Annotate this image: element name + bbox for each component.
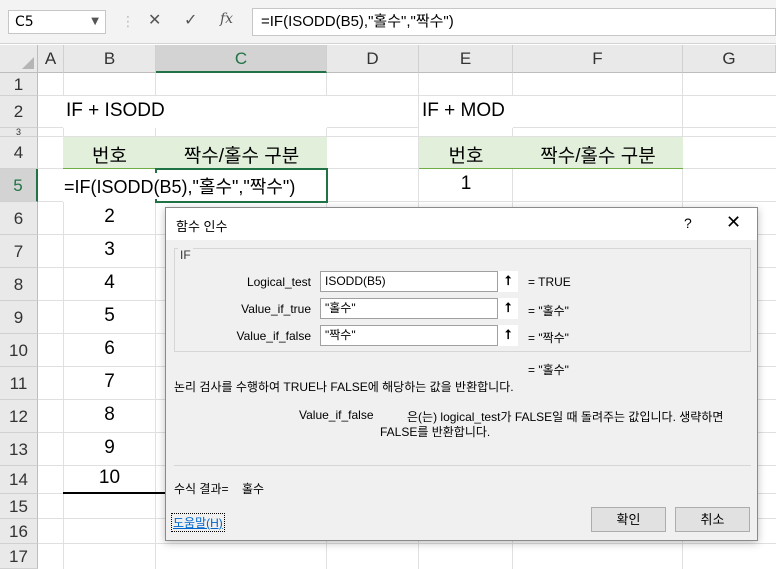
arg-result-value-if-false: = "짝수"	[528, 331, 569, 345]
row-header-14[interactable]: 14	[0, 466, 38, 494]
row-header-4[interactable]: 4	[0, 137, 38, 169]
row-header-6[interactable]: 6	[0, 202, 38, 235]
row-header-17[interactable]: 17	[0, 544, 38, 569]
cancel-icon[interactable]: ✕	[148, 10, 161, 29]
cell-c4[interactable]: 짝수/홀수 구분	[156, 141, 327, 168]
collapse-dialog-icon[interactable]: ⭡	[497, 271, 518, 292]
dialog-title: 함수 인수	[176, 219, 228, 234]
collapse-dialog-icon[interactable]: ⭡	[497, 298, 518, 319]
row-header-9[interactable]: 9	[0, 301, 38, 334]
current-arg-name: Value_if_false	[299, 408, 374, 422]
row-header-12[interactable]: 12	[0, 400, 38, 433]
collapse-dialog-icon[interactable]: ⭡	[497, 325, 518, 346]
ok-button[interactable]: 확인	[591, 507, 666, 532]
function-arguments-dialog: 함수 인수 ? ✕ IF Logical_test ISODD(B5) ⭡ = …	[165, 207, 758, 541]
row-header-11[interactable]: 11	[0, 367, 38, 400]
arg-input-value-if-true[interactable]: "홀수"	[320, 298, 518, 319]
cell-b9[interactable]: 5	[63, 305, 156, 327]
column-header-e[interactable]: E	[419, 45, 513, 73]
row-header-2[interactable]: 2	[0, 96, 38, 128]
arg-label-value-if-true: Value_if_true	[241, 302, 311, 316]
cell-b13[interactable]: 9	[63, 437, 156, 459]
select-all-triangle-icon	[22, 57, 34, 69]
column-header-a[interactable]: A	[38, 45, 64, 73]
insert-function-icon[interactable]: fx	[220, 11, 233, 27]
cell-b4[interactable]: 번호	[63, 141, 156, 168]
dialog-titlebar[interactable]	[166, 208, 757, 240]
column-header-c[interactable]: C	[156, 45, 327, 73]
cancel-button[interactable]: 취소	[675, 507, 750, 532]
help-icon[interactable]: ?	[684, 215, 692, 231]
current-arg-description-line2: FALSE를 반환합니다.	[380, 425, 491, 439]
formula-result-label: 수식 결과=	[174, 482, 229, 496]
arg-result-logical-test: = TRUE	[528, 275, 571, 289]
formula-bar-separator: ⋮	[121, 14, 135, 30]
cell-b10[interactable]: 6	[63, 338, 156, 360]
row-header-7[interactable]: 7	[0, 235, 38, 268]
column-header-d[interactable]: D	[327, 45, 419, 73]
cell-b8[interactable]: 4	[63, 272, 156, 294]
arg-label-value-if-false: Value_if_false	[236, 329, 312, 343]
formula-bar: C5 ▼ ⋮ ✕ ✓ fx =IF(ISODD(B5),"홀수","짝수")	[0, 0, 776, 44]
table-bottom-border	[63, 492, 167, 494]
formula-result-value: 홀수	[242, 482, 265, 496]
function-name-label: IF	[178, 248, 193, 262]
cell-b2[interactable]: IF + ISODD	[66, 100, 165, 122]
overall-result: = "홀수"	[528, 363, 569, 377]
cell-e4[interactable]: 번호	[419, 141, 513, 168]
chevron-down-icon[interactable]: ▼	[91, 11, 99, 33]
row-header-13[interactable]: 13	[0, 433, 38, 466]
column-header-f[interactable]: F	[513, 45, 683, 73]
row-header-8[interactable]: 8	[0, 268, 38, 301]
check-icon[interactable]: ✓	[184, 10, 197, 29]
arg-label-logical-test: Logical_test	[246, 275, 311, 289]
cell-b6[interactable]: 2	[63, 206, 156, 228]
row-header-1[interactable]: 1	[0, 73, 38, 96]
row-header-15[interactable]: 15	[0, 494, 38, 519]
gridline	[38, 543, 776, 544]
row-header-5[interactable]: 5	[0, 169, 38, 202]
cell-b11[interactable]: 7	[63, 371, 156, 393]
cell-e5[interactable]: 1	[419, 173, 513, 195]
name-box[interactable]: C5 ▼	[8, 10, 106, 34]
dialog-divider	[174, 465, 751, 466]
cell-e2[interactable]: IF + MOD	[422, 100, 505, 122]
arg-input-value-if-false[interactable]: "짝수"	[320, 325, 518, 346]
arg-result-value-if-true: = "홀수"	[528, 304, 569, 318]
function-description: 논리 검사를 수행하여 TRUE나 FALSE에 해당하는 값을 반환합니다.	[174, 380, 514, 394]
cell-b7[interactable]: 3	[63, 239, 156, 261]
formula-input[interactable]: =IF(ISODD(B5),"홀수","짝수")	[252, 8, 776, 36]
close-icon[interactable]: ✕	[726, 212, 741, 233]
select-all-corner[interactable]	[0, 45, 38, 73]
name-box-value: C5	[15, 14, 34, 30]
row-header-16[interactable]: 16	[0, 519, 38, 544]
row-header-3[interactable]: 3	[0, 128, 38, 137]
cell-b14[interactable]: 10	[63, 467, 156, 489]
column-header-b[interactable]: B	[64, 45, 156, 73]
cell-c5-editing[interactable]: =IF(ISODD(B5),"홀수","짝수")	[64, 173, 300, 199]
row-header-10[interactable]: 10	[0, 334, 38, 367]
cell-f4[interactable]: 짝수/홀수 구분	[513, 141, 683, 168]
arg-input-logical-test[interactable]: ISODD(B5)	[320, 271, 518, 292]
column-header-g[interactable]: G	[683, 45, 776, 73]
cell-b12[interactable]: 8	[63, 404, 156, 426]
help-link[interactable]: 도움말(H)	[171, 513, 225, 532]
